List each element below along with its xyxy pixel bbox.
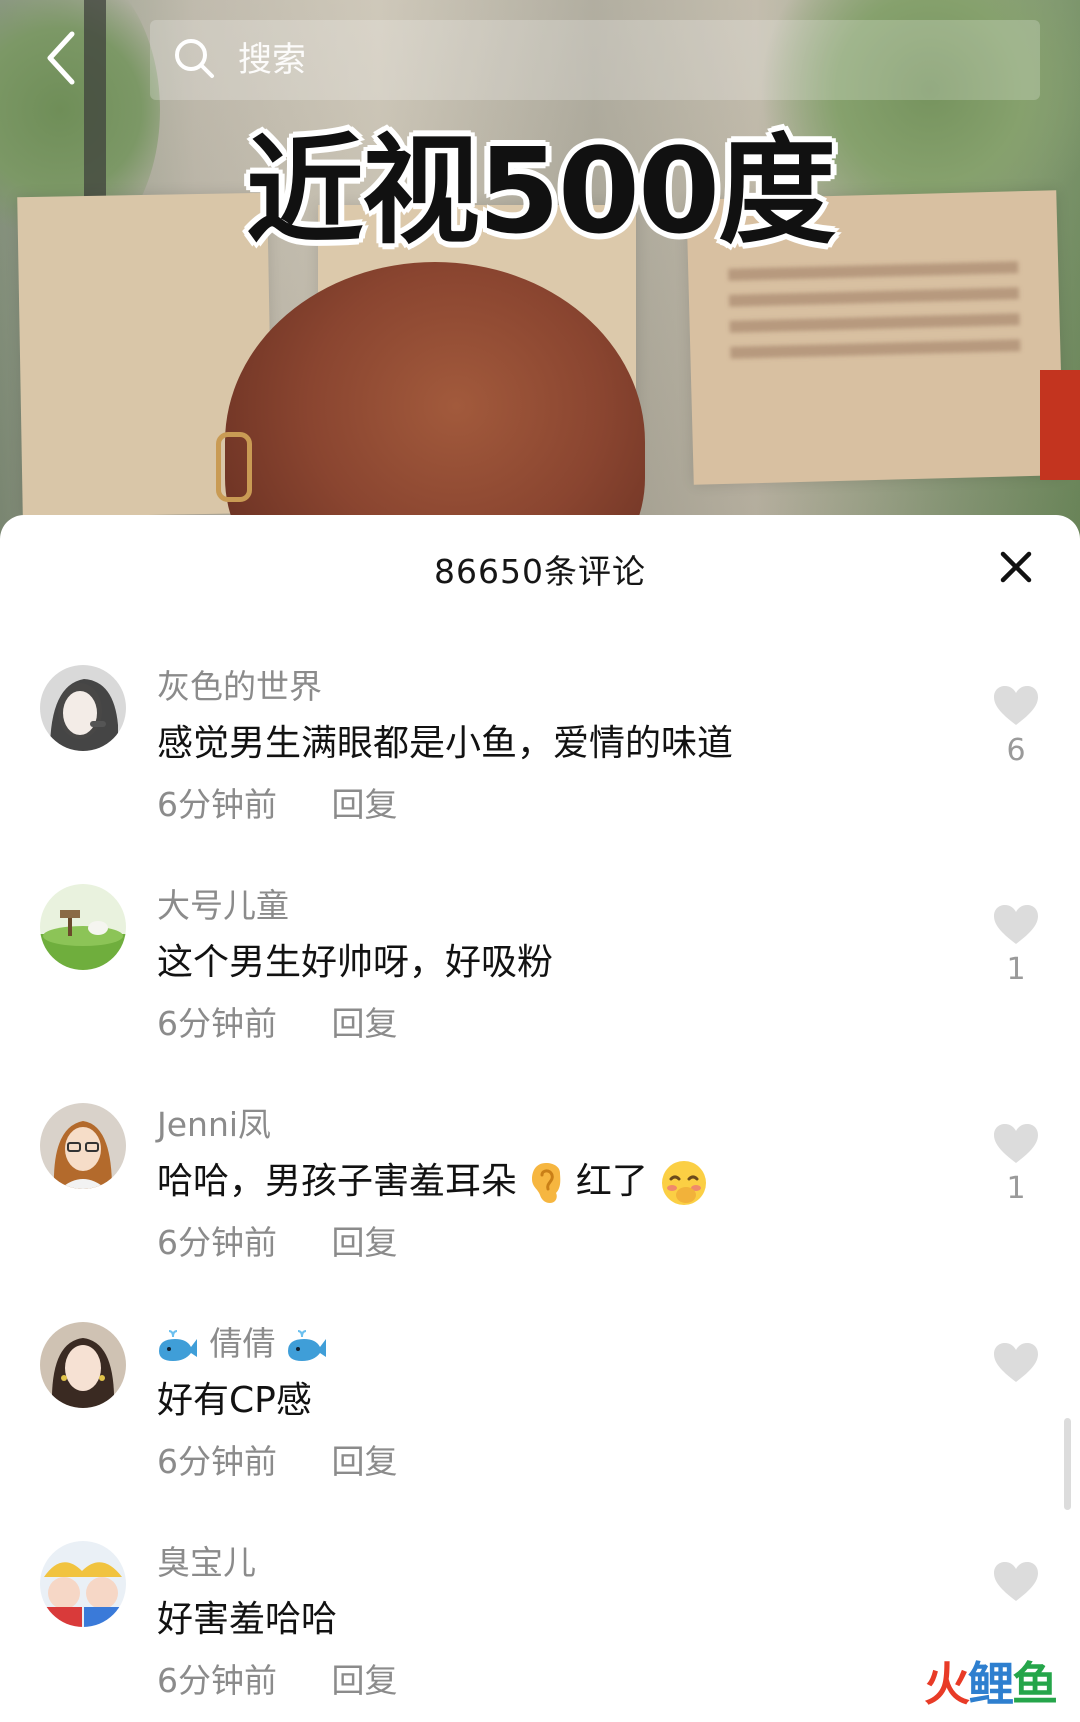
comment-time: 6分钟前 <box>157 1661 277 1700</box>
watermark: 火鲤鱼 <box>924 1648 1058 1714</box>
glasses <box>216 432 252 502</box>
comment-item: 臭宝儿 好害羞哈哈 6分钟前 回复 <box>0 1541 1080 1722</box>
red-sign <box>1040 370 1080 480</box>
like-button[interactable] <box>990 1561 1042 1609</box>
watermark-char: 鱼 <box>1012 1657 1058 1711</box>
comment-text-part: 哈哈，男孩子害羞耳朵 <box>157 1161 518 1202</box>
comment-time: 6分钟前 <box>157 1223 277 1262</box>
comment-item: 大号儿童 这个男生好帅呀，好吸粉 6分钟前 回复 1 <box>0 884 1080 1103</box>
watermark-char: 火 <box>924 1657 970 1711</box>
search-bar[interactable] <box>150 20 1040 100</box>
close-button[interactable] <box>997 548 1035 586</box>
search-input[interactable] <box>236 34 740 86</box>
comment-text: 感觉男生满眼都是小鱼，爱情的味道 <box>157 723 734 764</box>
comment-username[interactable]: 大号儿童 <box>157 884 289 928</box>
comment-text: 好有CP感 <box>157 1380 312 1421</box>
avatar[interactable] <box>40 665 126 751</box>
like-count: 6 <box>1006 733 1026 768</box>
reply-button[interactable]: 回复 <box>332 1004 398 1043</box>
like-button[interactable]: 1 <box>990 1123 1042 1207</box>
like-button[interactable]: 6 <box>990 685 1042 769</box>
comment-meta: 6分钟前 回复 <box>157 1659 398 1703</box>
heart-icon <box>994 905 1038 944</box>
reply-button[interactable]: 回复 <box>332 785 398 824</box>
comment-meta: 6分钟前 回复 <box>157 1221 398 1265</box>
like-count: 1 <box>1006 1171 1026 1206</box>
avatar-image <box>40 1541 126 1627</box>
avatar[interactable] <box>40 1541 126 1627</box>
watermark-char: 鲤 <box>968 1657 1014 1711</box>
comment-count: 86650条评论 <box>434 552 646 591</box>
top-bar <box>0 0 1080 110</box>
comment-time: 6分钟前 <box>157 1442 277 1481</box>
comment-username[interactable]: 臭宝儿 <box>157 1541 256 1585</box>
comment-meta: 6分钟前 回复 <box>157 783 398 827</box>
avatar-image <box>40 1103 126 1189</box>
comment-meta: 6分钟前 回复 <box>157 1002 398 1046</box>
comment-time: 6分钟前 <box>157 785 277 824</box>
reply-button[interactable]: 回复 <box>332 1661 398 1700</box>
back-button[interactable] <box>40 28 84 88</box>
comment-item: 灰色的世界 感觉男生满眼都是小鱼，爱情的味道 6分钟前 回复 6 <box>0 665 1080 884</box>
ear-emoji-icon <box>532 1163 561 1203</box>
reply-button[interactable]: 回复 <box>332 1442 398 1481</box>
avatar[interactable] <box>40 1322 126 1408</box>
comment-sheet: 86650条评论 灰色的世界 感觉男生满眼都是小鱼，爱情的味道 6分钟前 回复 … <box>0 515 1080 1722</box>
reply-button[interactable]: 回复 <box>332 1223 398 1262</box>
avatar-image <box>40 884 126 970</box>
heart-icon <box>994 1343 1038 1382</box>
blushing-face-emoji-icon <box>662 1161 707 1205</box>
comment-list: 灰色的世界 感觉男生满眼都是小鱼，爱情的味道 6分钟前 回复 6 大号儿童 这个… <box>0 665 1080 1722</box>
close-icon <box>1000 551 1032 583</box>
avatar-image <box>40 1322 126 1408</box>
comment-time: 6分钟前 <box>157 1004 277 1043</box>
comment-text-part: 红了 <box>575 1161 648 1202</box>
comment-item: Jenni凤 哈哈，男孩子害羞耳朵 红了 6分钟前 回复 1 <box>0 1103 1080 1322</box>
comment-sheet-header: 86650条评论 <box>0 515 1080 615</box>
heart-icon <box>994 1562 1038 1601</box>
avatar[interactable] <box>40 884 126 970</box>
comment-username[interactable]: 灰色的世界 <box>157 665 322 709</box>
comment-item: 倩倩 好有CP感 6分钟前 回复 <box>0 1322 1080 1541</box>
comment-text: 好害羞哈哈 <box>157 1599 338 1640</box>
comment-text: 哈哈，男孩子害羞耳朵 红了 <box>157 1157 709 1207</box>
avatar[interactable] <box>40 1103 126 1189</box>
comment-meta: 6分钟前 回复 <box>157 1440 398 1484</box>
comment-text: 这个男生好帅呀，好吸粉 <box>157 942 554 983</box>
like-button[interactable]: 1 <box>990 904 1042 988</box>
like-count: 1 <box>1006 952 1026 987</box>
like-button[interactable] <box>990 1342 1042 1390</box>
heart-icon <box>994 686 1038 725</box>
whale-emoji-icon <box>288 1329 326 1361</box>
back-arrow-icon <box>47 31 75 85</box>
avatar-image <box>40 665 126 751</box>
poster-text-blur <box>728 261 1021 359</box>
comment-username[interactable]: Jenni凤 <box>157 1103 271 1147</box>
scrollbar-thumb[interactable] <box>1064 1418 1071 1510</box>
comment-username[interactable]: 倩倩 <box>157 1322 328 1366</box>
whale-emoji-icon <box>159 1329 197 1361</box>
search-icon <box>175 39 214 78</box>
comment-username-text: 倩倩 <box>209 1324 276 1363</box>
video-overlay-title: 近视500度 <box>245 122 836 260</box>
heart-icon <box>994 1124 1038 1163</box>
